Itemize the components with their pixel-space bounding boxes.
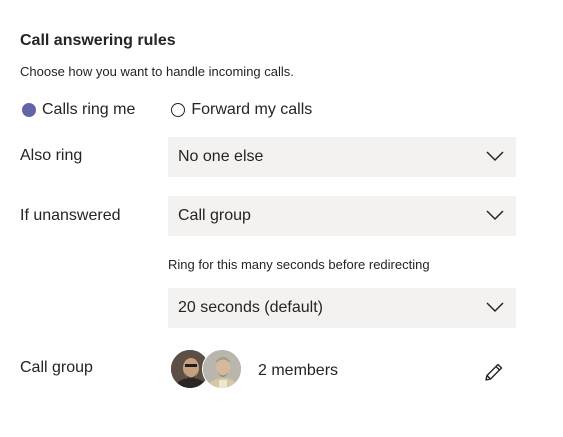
pencil-icon [485, 363, 503, 381]
if-unanswered-value: Call group [178, 207, 251, 224]
answer-mode-radio-group: Calls ring me Forward my calls [22, 100, 312, 120]
also-ring-dropdown[interactable]: No one else [168, 137, 516, 177]
calls-ring-me-label: Calls ring me [42, 101, 136, 118]
radio-unselected-icon[interactable] [171, 103, 186, 117]
call-answering-rules-panel: Call answering rules Choose how you want… [0, 0, 563, 437]
radio-selected-icon[interactable] [22, 103, 36, 117]
also-ring-value: No one else [178, 148, 264, 165]
ring-duration-dropdown[interactable]: 20 seconds (default) [168, 288, 516, 328]
chevron-down-icon [486, 151, 504, 162]
calls-ring-me-option[interactable]: Calls ring me [22, 101, 135, 119]
also-ring-label: Also ring [20, 147, 83, 164]
ring-duration-value: 20 seconds (default) [178, 299, 323, 316]
edit-call-group-button[interactable] [482, 360, 506, 384]
chevron-down-icon [486, 302, 504, 313]
section-title: Call answering rules [20, 32, 176, 49]
avatar [202, 349, 242, 389]
forward-my-calls-label: Forward my calls [191, 101, 313, 118]
chevron-down-icon [486, 210, 504, 221]
section-description: Choose how you want to handle incoming c… [20, 64, 294, 79]
forward-my-calls-option[interactable]: Forward my calls [171, 101, 312, 119]
person-photo [203, 350, 241, 388]
call-group-members-count: 2 members [258, 362, 339, 379]
if-unanswered-label: If unanswered [20, 207, 121, 224]
if-unanswered-dropdown[interactable]: Call group [168, 196, 516, 236]
call-group-label: Call group [20, 359, 93, 376]
ring-duration-helper-text: Ring for this many seconds before redire… [168, 257, 430, 272]
call-group-avatars [170, 349, 246, 391]
